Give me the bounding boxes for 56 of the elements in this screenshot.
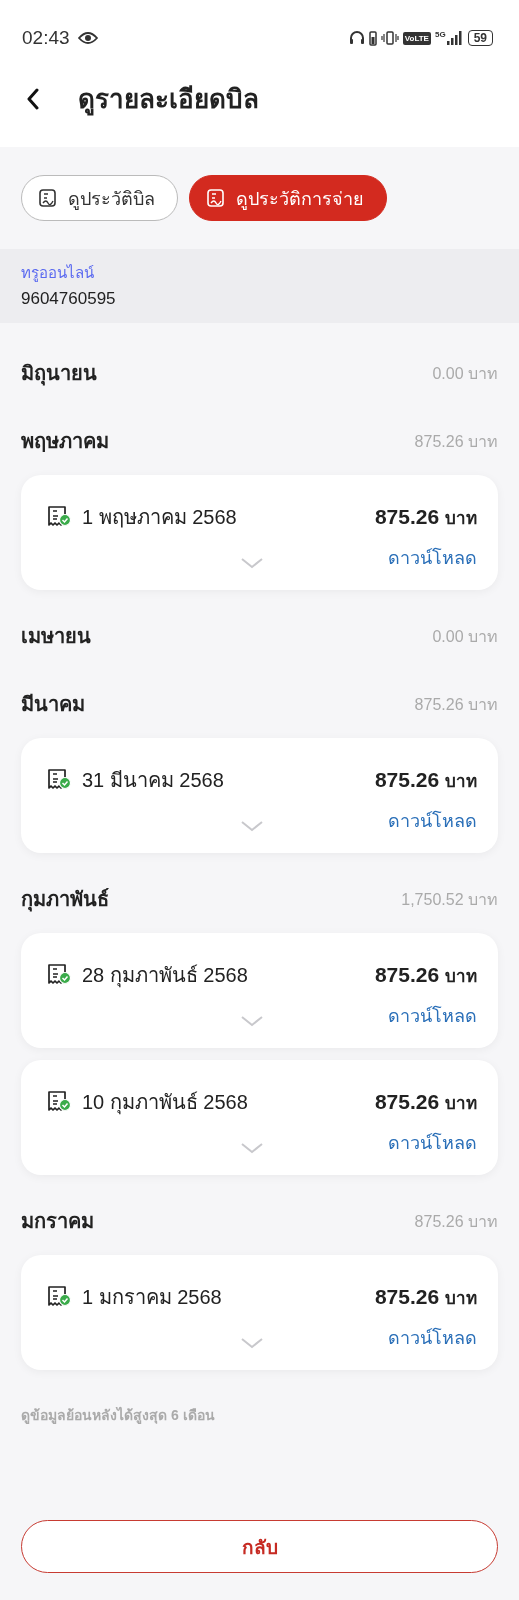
month-name: มีนาคม [21,692,85,717]
network-type: 5G [434,30,446,39]
payment-card[interactable]: 1 มกราคม 2568 875.26 บาท ดาวน์โหลด [21,1255,498,1370]
payment-amount: 875.26 บาท [374,1283,477,1310]
payment-date: 1 มกราคม 2568 [82,1285,222,1310]
payment-date: 10 กุมภาพันธ์ 2568 [82,1090,248,1117]
download-link[interactable]: ดาวน์โหลด [388,1128,477,1157]
chevron-icon[interactable] [240,819,264,832]
history-tab[interactable]: ดูประวัติการจ่าย [189,175,387,221]
chevron-icon[interactable] [240,1014,264,1027]
history-tab[interactable]: ดูประวัติบิล [21,175,178,221]
chevron-icon[interactable] [240,1141,264,1154]
volte-badge: VoLTE [402,31,431,45]
status-time: 02:43 [22,27,70,49]
payment-card[interactable]: 28 กุมภาพันธ์ 2568 875.26 บาท ดาวน์โหลด [21,933,498,1048]
history-limit-note: ดูข้อมูลย้อนหลังได้สูงสุด 6 เดือน [20,1406,216,1426]
headphones-icon [348,30,365,46]
receipt-icon [38,188,58,208]
payment-amount: 875.26 บาท [374,1088,477,1115]
month-name: กุมภาพันธ์ [21,887,109,914]
month-total: 0.00 บาท [432,363,498,384]
month-name: มกราคม [21,1209,94,1234]
account-number: 9604760595 [21,289,117,309]
download-link[interactable]: ดาวน์โหลด [388,543,477,572]
payment-card[interactable]: 10 กุมภาพันธ์ 2568 875.26 บาท ดาวน์โหลด [21,1060,498,1175]
payment-date: 28 กุมภาพันธ์ 2568 [82,963,248,990]
payment-amount: 875.26 บาท [374,766,477,793]
payment-amount: 875.26 บาท [374,503,477,530]
download-link[interactable]: ดาวน์โหลด [388,1323,477,1352]
vibrate-icon [380,30,399,46]
download-link[interactable]: ดาวน์โหลด [388,1001,477,1030]
chevron-icon[interactable] [240,1336,264,1349]
battery-small-icon [368,30,377,46]
payment-amount: 875.26 บาท [374,961,477,988]
receipt-icon [206,188,226,208]
month-total: 875.26 บาท [414,694,498,715]
chevron-icon[interactable] [240,556,264,569]
download-link[interactable]: ดาวน์โหลด [388,806,477,835]
signal-icon [445,30,464,46]
month-total: 1,750.52 บาท [401,889,498,910]
month-total: 0.00 บาท [432,626,498,647]
payment-card[interactable]: 31 มีนาคม 2568 875.26 บาท ดาวน์โหลด [21,738,498,853]
page-title: ดูรายละเอียดบิล [78,83,259,118]
back-button[interactable]: กลับ [21,1520,498,1573]
payment-date: 1 พฤษภาคม 2568 [82,505,237,530]
payment-card[interactable]: 1 พฤษภาคม 2568 875.26 บาท ดาวน์โหลด [21,475,498,590]
month-total: 875.26 บาท [414,431,498,452]
back-icon[interactable] [26,87,40,110]
month-name: เมษายน [21,624,91,649]
month-total: 875.26 บาท [414,1211,498,1232]
month-name: มิถุนายน [21,361,97,388]
month-name: พฤษภาคม [21,429,109,454]
eye-icon [77,31,98,45]
battery-level: 59 [467,30,493,46]
payment-date: 31 มีนาคม 2568 [82,768,224,793]
account-name: ทรูออนไลน์ [21,263,95,284]
